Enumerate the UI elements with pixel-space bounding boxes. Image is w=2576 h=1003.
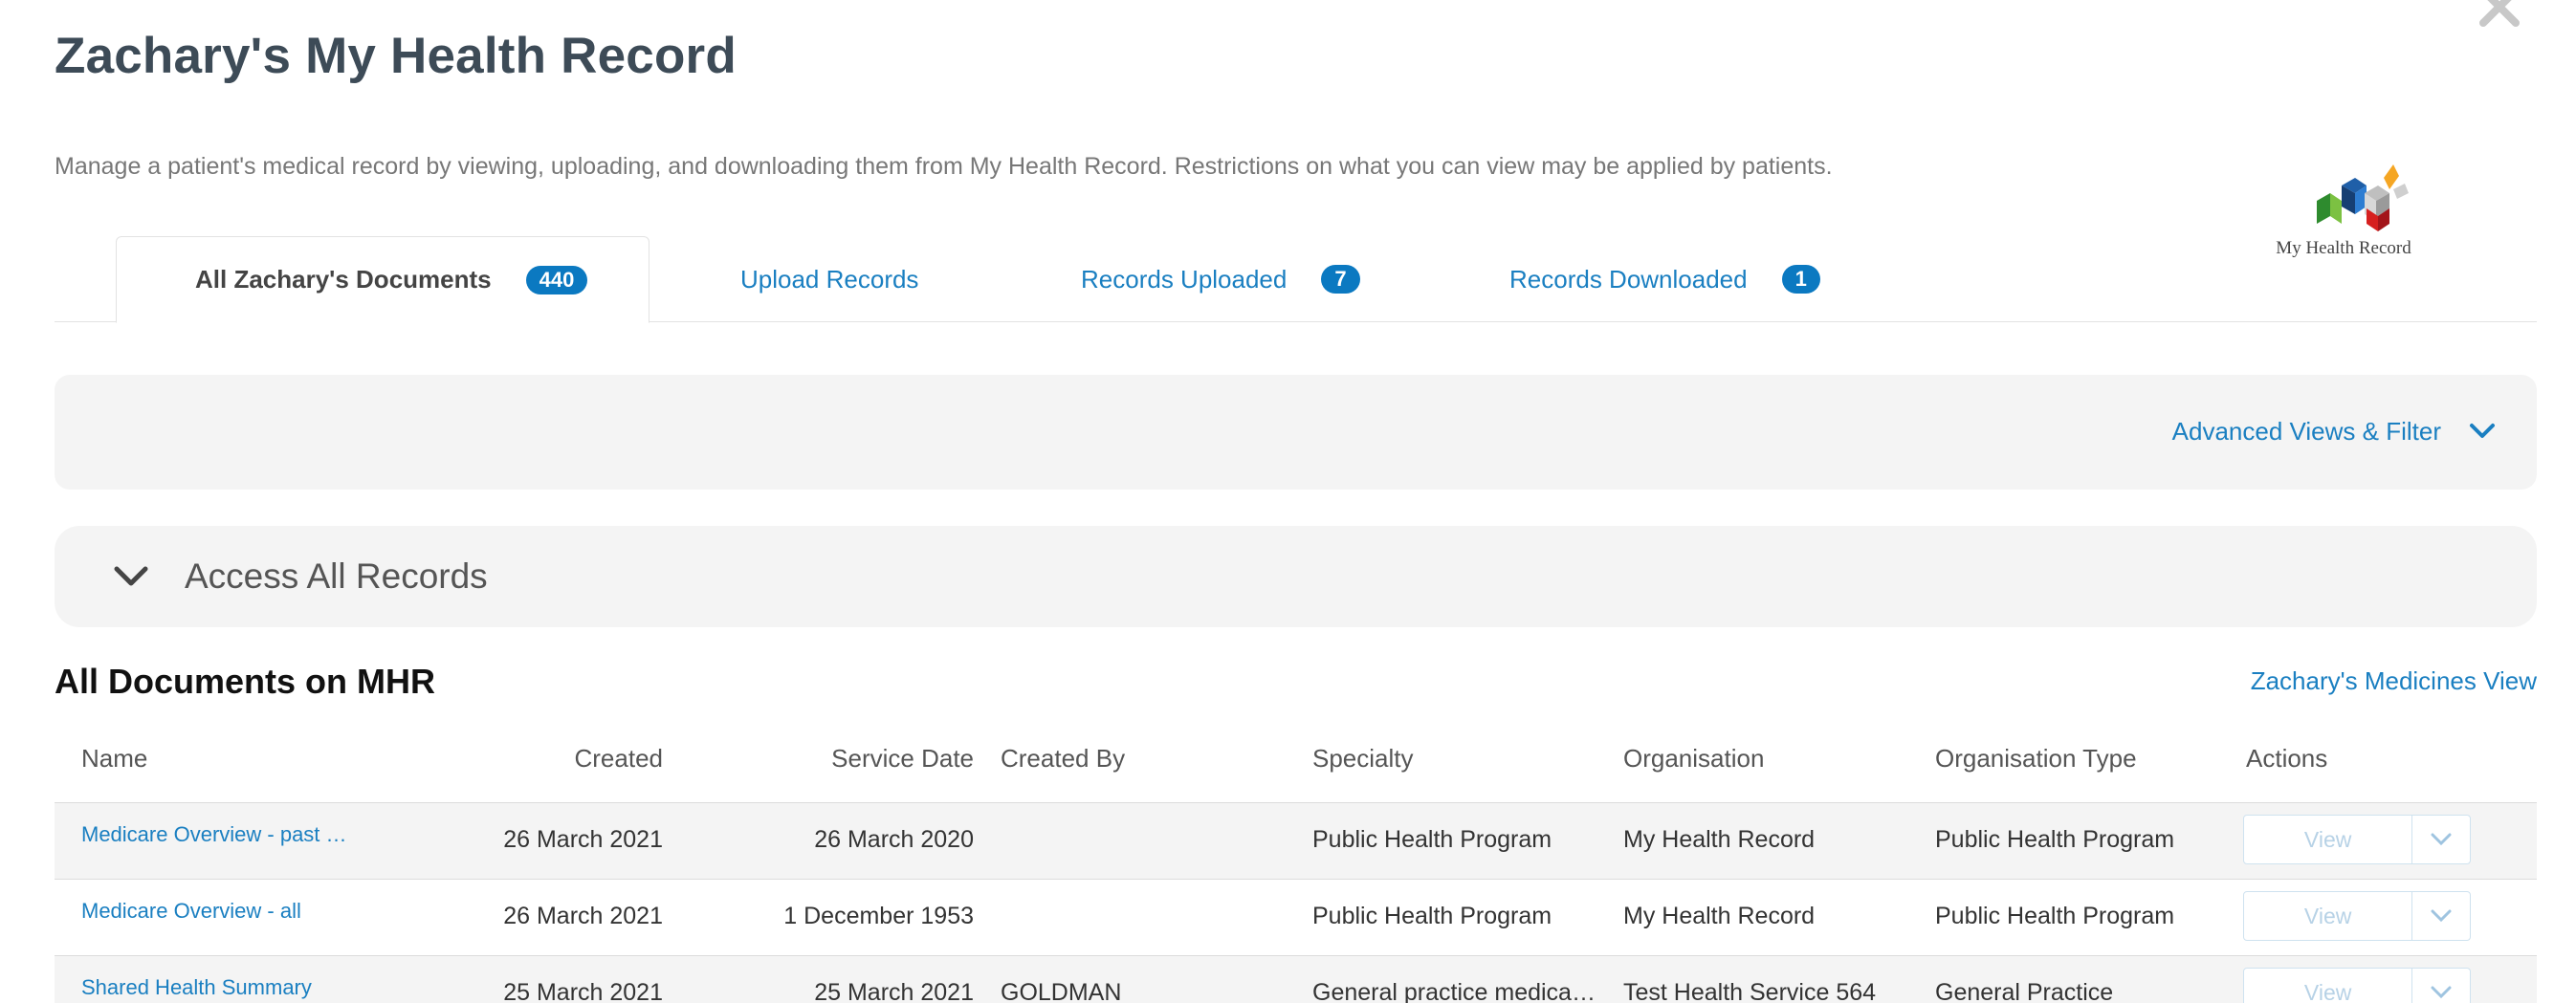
tab-all-documents-label: All Zachary's Documents [195, 265, 492, 294]
organisation-type-cell: Public Health Program [1935, 903, 2175, 929]
column-header-name[interactable]: Name [81, 744, 147, 774]
document-tabs: All Zachary's Documents 440 Upload Recor… [55, 236, 2537, 323]
chevron-down-icon [112, 560, 150, 593]
service-date-cell: 1 December 1953 [783, 903, 974, 929]
organisation-type-cell: General Practice [1935, 979, 2114, 1003]
chevron-down-icon [2431, 986, 2452, 999]
medicines-view-link[interactable]: Zachary's Medicines View [2251, 666, 2537, 696]
actions-dropdown-button[interactable] [2412, 969, 2470, 1003]
document-name-link[interactable]: Medicare Overview - past … [81, 822, 368, 847]
table-row: Medicare Overview - past … 26 March 2021… [55, 803, 2537, 880]
view-button[interactable]: View [2244, 816, 2413, 863]
view-button[interactable]: View [2244, 969, 2413, 1003]
view-button[interactable]: View [2244, 892, 2413, 940]
access-all-records-accordion[interactable]: Access All Records [55, 526, 2537, 627]
tab-upload-records[interactable]: Upload Records [740, 236, 918, 322]
specialty-cell: General practice medical … [1312, 979, 1599, 1003]
created-by-cell: GOLDMAN [1001, 979, 1122, 1003]
column-header-service-date[interactable]: Service Date [743, 744, 974, 774]
organisation-cell: My Health Record [1623, 903, 1816, 929]
actions-dropdown-button[interactable] [2412, 892, 2470, 940]
row-actions: View [2243, 968, 2471, 1003]
tab-all-documents[interactable]: All Zachary's Documents 440 [116, 236, 650, 323]
created-cell: 25 March 2021 [503, 979, 663, 1003]
column-header-actions: Actions [2246, 744, 2328, 773]
organisation-cell: Test Health Service 564 [1623, 979, 1877, 1003]
close-icon[interactable] [2476, 0, 2523, 31]
column-header-organisation-type[interactable]: Organisation Type [1935, 744, 2137, 774]
column-header-specialty[interactable]: Specialty [1312, 744, 1414, 774]
tab-all-documents-count-badge: 440 [525, 265, 588, 294]
service-date-cell: 26 March 2020 [814, 826, 974, 853]
table-row: Medicare Overview - all 26 March 2021 1 … [55, 880, 2537, 956]
table-row: Shared Health Summary 25 March 2021 25 M… [55, 956, 2537, 1003]
chevron-down-icon[interactable] [2468, 417, 2497, 446]
service-date-cell: 25 March 2021 [814, 979, 974, 1003]
document-name-link[interactable]: Medicare Overview - all [81, 899, 368, 924]
row-actions: View [2243, 891, 2471, 941]
page-description: Manage a patient's medical record by vie… [55, 153, 1833, 180]
tab-records-uploaded-count-badge: 7 [1321, 265, 1360, 294]
row-actions: View [2243, 815, 2471, 864]
tab-records-downloaded-count-badge: 1 [1781, 265, 1820, 294]
document-name-link[interactable]: Shared Health Summary [81, 975, 368, 1000]
tab-records-downloaded-label: Records Downloaded [1509, 264, 1748, 294]
created-cell: 26 March 2021 [503, 903, 663, 929]
page-title: Zachary's My Health Record [55, 28, 737, 84]
column-header-created-by[interactable]: Created By [1001, 744, 1125, 774]
tab-records-downloaded[interactable]: Records Downloaded 1 [1509, 236, 1820, 322]
advanced-views-filter-link[interactable]: Advanced Views & Filter [2172, 417, 2441, 447]
chevron-down-icon [2431, 909, 2452, 923]
chevron-down-icon [2431, 833, 2452, 846]
section-title: All Documents on MHR [55, 662, 436, 701]
tab-records-uploaded-label: Records Uploaded [1081, 264, 1288, 294]
actions-dropdown-button[interactable] [2412, 816, 2470, 863]
access-all-records-label: Access All Records [185, 556, 488, 596]
specialty-cell: Public Health Program [1312, 903, 1552, 929]
column-header-organisation[interactable]: Organisation [1623, 744, 1764, 774]
documents-table: Name Created Service Date Created By Spe… [55, 727, 2537, 1003]
column-header-created[interactable]: Created [485, 744, 664, 774]
table-header: Name Created Service Date Created By Spe… [55, 727, 2537, 803]
advanced-filter-panel: Advanced Views & Filter [55, 375, 2537, 490]
tab-records-uploaded[interactable]: Records Uploaded 7 [1081, 236, 1360, 322]
tab-upload-records-label: Upload Records [740, 264, 919, 294]
organisation-cell: My Health Record [1623, 826, 1816, 853]
organisation-type-cell: Public Health Program [1935, 826, 2175, 853]
created-cell: 26 March 2021 [503, 826, 663, 853]
mhr-logo-icon [2317, 164, 2409, 231]
specialty-cell: Public Health Program [1312, 826, 1552, 853]
